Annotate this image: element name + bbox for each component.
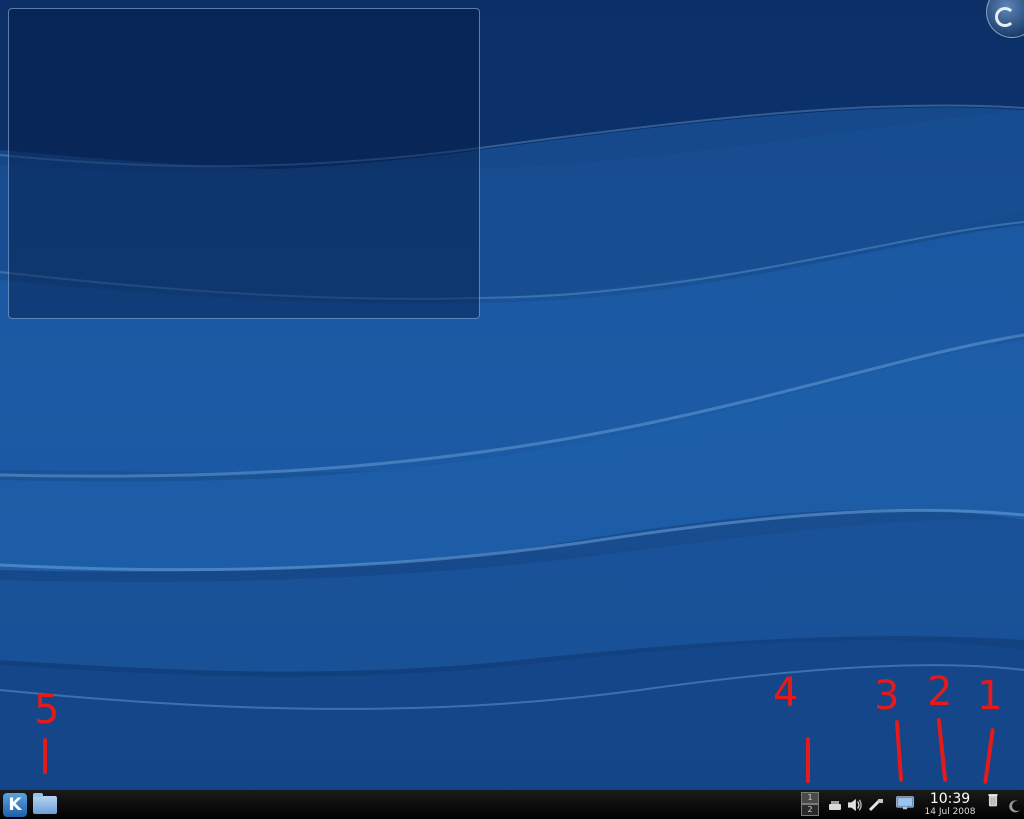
annotation-number-1: 1: [977, 673, 1003, 719]
home-folder-icon[interactable]: [32, 792, 58, 818]
annotation-number-2: 2: [927, 669, 953, 715]
annotation-line-4: [806, 737, 810, 783]
folder-view-widget[interactable]: [8, 8, 480, 319]
k-menu-icon[interactable]: K: [2, 792, 28, 818]
clock-time: 10:39: [929, 791, 971, 807]
desktop[interactable]: 5 4 3 2 1: [0, 0, 1024, 789]
annotation-line-5: [43, 738, 47, 774]
pager-desktop-1[interactable]: 1: [801, 792, 819, 804]
removable-device-icon[interactable]: [828, 798, 842, 812]
annotation-number-5: 5: [34, 687, 60, 733]
volume-icon[interactable]: [846, 798, 864, 812]
show-desktop-icon[interactable]: [892, 796, 918, 810]
bottom-panel: K 1 2 10:39 14 Jul 2008: [0, 789, 1024, 819]
clock-date: 14 Jul 2008: [924, 807, 976, 817]
annotation-number-4: 4: [773, 670, 799, 716]
panel-toolbox-icon[interactable]: [1008, 799, 1022, 813]
network-icon[interactable]: [868, 798, 884, 812]
pager-desktop-2[interactable]: 2: [801, 804, 819, 816]
annotation-number-3: 3: [874, 673, 900, 719]
trash-icon[interactable]: [983, 793, 1003, 807]
desktop-pager[interactable]: 1 2: [801, 792, 819, 817]
clock[interactable]: 10:39 14 Jul 2008: [922, 791, 978, 818]
